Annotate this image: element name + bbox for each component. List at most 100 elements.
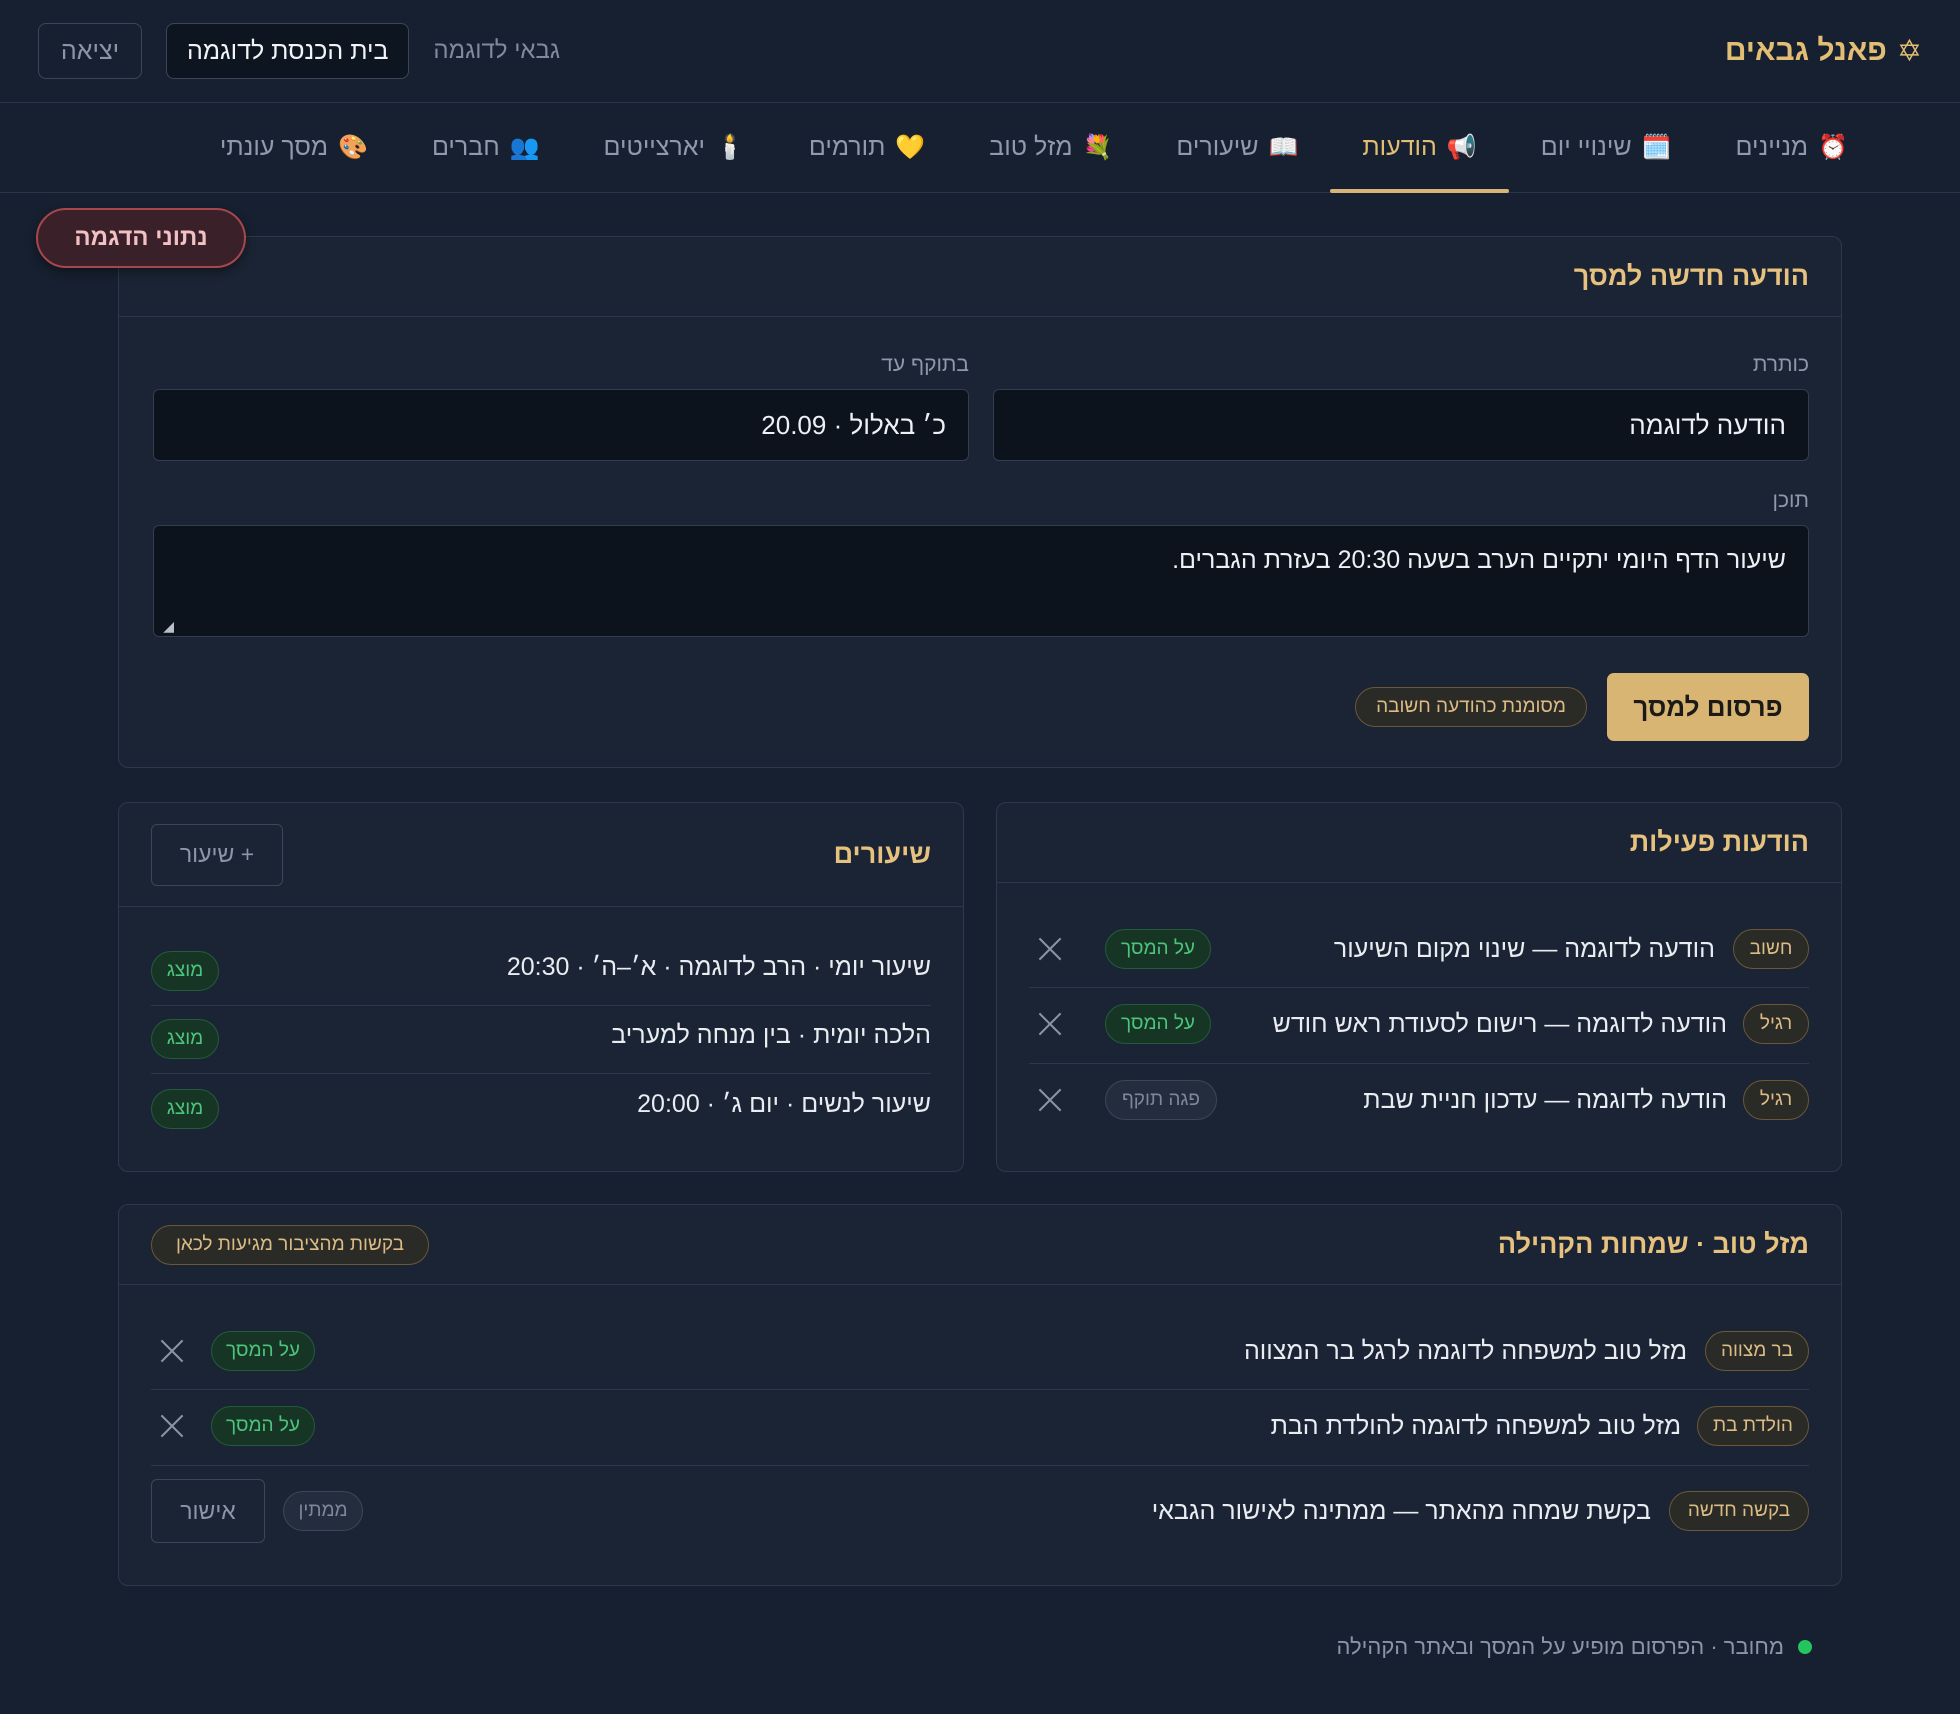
tab-lessons[interactable]: 📖 שיעורים bbox=[1144, 103, 1330, 193]
valid-until-input[interactable]: כ׳ באלול · 20.09 bbox=[153, 389, 969, 461]
add-lesson-button[interactable]: + שיעור bbox=[151, 823, 283, 886]
occasion-tag: בקשה חדשה bbox=[1669, 1491, 1809, 1531]
row-divider bbox=[151, 1073, 931, 1074]
announcement-text: הודעה לדוגמה — רישום לסעודת ראש חודש bbox=[1272, 1009, 1727, 1038]
new-announcement-card: הודעה חדשה למסך כותרת הודעה לדוגמה בתוקף… bbox=[118, 236, 1842, 768]
status-badge: מוצג bbox=[151, 951, 219, 991]
card-header: הודעה חדשה למסך bbox=[119, 237, 1841, 317]
status-text: מחובר · הפרסום מופיע על המסך ובאתר הקהיל… bbox=[1336, 1634, 1784, 1659]
palette-icon: 🎨 bbox=[338, 134, 368, 161]
tab-label: שיעורים bbox=[1176, 133, 1259, 161]
tab-day-changes[interactable]: 🗓️ שינויי יום bbox=[1509, 103, 1704, 193]
announcement-tag: חשוב bbox=[1733, 929, 1809, 969]
candle-icon: 🕯️ bbox=[714, 134, 745, 161]
status-badge: מוצג bbox=[151, 1019, 219, 1059]
status-badge: על המסך bbox=[211, 1331, 315, 1371]
star-of-david-icon: ✡ bbox=[1896, 34, 1922, 68]
tab-label: יארצייטים bbox=[603, 133, 705, 161]
status-badge: ממתין bbox=[283, 1491, 363, 1531]
announcement-row: רגיל הודעה לדוגמה — רישום לסעודת ראש חוד… bbox=[1273, 1004, 1809, 1044]
tab-donors[interactable]: 💛 תורמים bbox=[777, 103, 957, 193]
title-input[interactable]: הודעה לדוגמה bbox=[993, 389, 1809, 461]
card-header: שיעורים + שיעור bbox=[119, 803, 963, 907]
close-icon[interactable] bbox=[1037, 936, 1063, 962]
connected-dot-icon bbox=[1798, 1640, 1812, 1654]
tab-members[interactable]: 👥 חברים bbox=[400, 103, 572, 193]
tab-label: שינויי יום bbox=[1540, 133, 1632, 161]
row-divider bbox=[151, 1005, 931, 1006]
status-badge: על המסך bbox=[1105, 1004, 1211, 1044]
status-badge: פגה תוקף bbox=[1105, 1080, 1217, 1120]
resize-handle-icon[interactable]: ◢ bbox=[160, 618, 174, 634]
card-title: הודעות פעילות bbox=[1629, 827, 1809, 857]
lesson-text: שיעור לנשים · יום ג׳ · 20:00 bbox=[637, 1090, 931, 1118]
tab-label: מניינים bbox=[1735, 133, 1809, 161]
card-title: מזל טוב · שמחות הקהילה bbox=[1497, 1229, 1809, 1259]
book-icon: 📖 bbox=[1268, 134, 1299, 161]
lesson-text: שיעור יומי · הרב לדוגמה · א׳–ה׳ · 20:30 bbox=[506, 953, 931, 981]
card-title: הודעה חדשה למסך bbox=[1573, 261, 1809, 291]
calendar-icon: 🗓️ bbox=[1641, 134, 1672, 161]
active-announcements-card: הודעות פעילות חשוב הודעה לדוגמה — שינוי … bbox=[996, 802, 1842, 1172]
title-label: כותרת bbox=[1752, 353, 1809, 376]
tab-label: הודעות bbox=[1362, 133, 1437, 161]
top-bar: ✡ פאנל גבאים גבאי לדוגמה בית הכנסת לדוגמ… bbox=[0, 0, 1960, 103]
people-icon: 👥 bbox=[509, 134, 540, 161]
approve-button[interactable]: אישור bbox=[151, 1479, 265, 1543]
occasion-tag: הולדת בת bbox=[1697, 1406, 1809, 1446]
tab-bar: ⏰ מניינים 🗓️ שינויי יום 📢 הודעות 📖 שיעורים 💐… bbox=[0, 103, 1960, 193]
tab-mazal-tov[interactable]: 💐 מזל טוב bbox=[957, 103, 1144, 193]
tab-label: חברים bbox=[431, 133, 500, 161]
tab-label: תורמים bbox=[808, 133, 886, 161]
synagogue-button[interactable]: בית הכנסת לדוגמה bbox=[166, 23, 410, 79]
tab-label: מזל טוב bbox=[989, 133, 1073, 161]
valid-until-label: בתוקף עד bbox=[881, 353, 969, 376]
tab-minyanim[interactable]: ⏰ מניינים bbox=[1704, 103, 1880, 193]
important-badge[interactable]: מסומנת כהודעה חשובה bbox=[1355, 687, 1587, 727]
mazal-tov-text: מזל טוב למשפחה לדוגמה להולדת הבת bbox=[1270, 1411, 1681, 1440]
mazal-tov-row: בקשה חדשה בקשת שמחה מהאתר — ממתינה לאישו… bbox=[1152, 1491, 1809, 1531]
connection-status: מחובר · הפרסום מופיע על המסך ובאתר הקהיל… bbox=[1337, 1634, 1812, 1660]
top-actions: גבאי לדוגמה בית הכנסת לדוגמה יציאה bbox=[38, 23, 560, 79]
card-header: הודעות פעילות bbox=[997, 803, 1841, 883]
mazal-tov-row: הולדת בת מזל טוב למשפחה לדוגמה להולדת הב… bbox=[1271, 1406, 1809, 1446]
announcement-text: הודעה לדוגמה — עדכון חניית שבת bbox=[1363, 1085, 1727, 1114]
publish-button[interactable]: פרסום למסך bbox=[1607, 673, 1809, 741]
content-text: שיעור הדף היומי יתקיים הערב בשעה 20:30 ב… bbox=[1172, 546, 1786, 574]
tab-announcements[interactable]: 📢 הודעות bbox=[1330, 103, 1510, 193]
close-icon[interactable] bbox=[1037, 1087, 1063, 1113]
bouquet-icon: 💐 bbox=[1082, 134, 1113, 161]
announcement-tag: רגיל bbox=[1743, 1004, 1809, 1044]
demo-data-badge: נתוני הדגמה bbox=[36, 208, 246, 268]
requests-badge: בקשות מהציבור מגיעות לכאן bbox=[151, 1224, 429, 1265]
row-divider bbox=[151, 1465, 1809, 1466]
mazal-tov-text: בקשת שמחה מהאתר — ממתינה לאישור הגבאי bbox=[1151, 1496, 1651, 1525]
card-title: שיעורים bbox=[833, 839, 931, 869]
close-icon[interactable] bbox=[1037, 1011, 1063, 1037]
mazal-tov-card: מזל טוב · שמחות הקהילה בקשות מהציבור מגי… bbox=[118, 1204, 1842, 1586]
gabai-name: גבאי לדוגמה bbox=[433, 37, 560, 64]
announcement-row: חשוב הודעה לדוגמה — שינוי מקום השיעור bbox=[1334, 929, 1809, 969]
lesson-text: הלכה יומית · בין מנחה למעריב bbox=[611, 1021, 931, 1049]
close-icon[interactable] bbox=[159, 1413, 185, 1439]
announcement-tag: רגיל bbox=[1743, 1080, 1809, 1120]
row-divider bbox=[1029, 987, 1809, 988]
logout-button[interactable]: יציאה bbox=[38, 23, 142, 79]
mazal-tov-row: בר מצווה מזל טוב למשפחה לדוגמה לרגל בר ה… bbox=[1244, 1331, 1809, 1371]
status-badge: על המסך bbox=[1105, 929, 1211, 969]
tab-seasonal-screen[interactable]: 🎨 מסך עונתי bbox=[188, 103, 400, 193]
row-divider bbox=[1029, 1063, 1809, 1064]
card-header: מזל טוב · שמחות הקהילה בקשות מהציבור מגי… bbox=[119, 1205, 1841, 1285]
content-label: תוכן bbox=[1772, 489, 1809, 512]
tab-label: מסך עונתי bbox=[219, 133, 329, 161]
mazal-tov-text: מזל טוב למשפחה לדוגמה לרגל בר המצווה bbox=[1243, 1336, 1687, 1365]
status-badge: על המסך bbox=[211, 1406, 315, 1446]
megaphone-icon: 📢 bbox=[1446, 134, 1477, 161]
brand-title: פאנל גבאים bbox=[1724, 34, 1887, 67]
announcement-row: רגיל הודעה לדוגמה — עדכון חניית שבת bbox=[1363, 1080, 1809, 1120]
lessons-card: שיעורים + שיעור שיעור יומי · הרב לדוגמה … bbox=[118, 802, 964, 1172]
close-icon[interactable] bbox=[159, 1338, 185, 1364]
tab-yahrzeits[interactable]: 🕯️ יארצייטים bbox=[572, 103, 777, 193]
status-badge: מוצג bbox=[151, 1089, 219, 1129]
content-textarea[interactable]: שיעור הדף היומי יתקיים הערב בשעה 20:30 ב… bbox=[153, 525, 1809, 637]
